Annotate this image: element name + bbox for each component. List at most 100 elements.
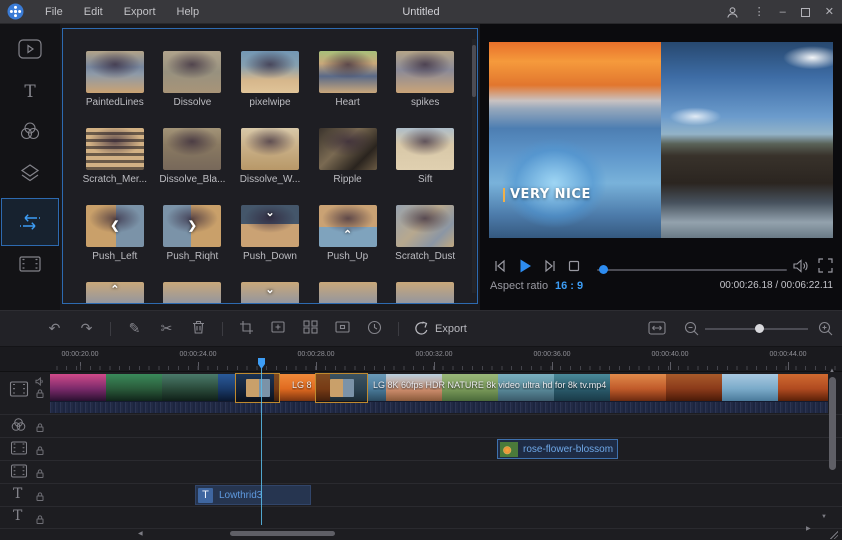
- transition-thumbnail-partial[interactable]: ⌄: [241, 282, 299, 304]
- freeze-frame-icon[interactable]: [334, 320, 351, 337]
- stop-button[interactable]: [568, 260, 580, 272]
- track-lock-icon[interactable]: [36, 446, 44, 455]
- transition-thumbnail[interactable]: [241, 51, 299, 93]
- scroll-up-icon[interactable]: ▲: [829, 368, 835, 374]
- menu-file[interactable]: File: [45, 6, 63, 18]
- transition-thumbnail[interactable]: [396, 51, 454, 93]
- transition-item[interactable]: Scratch_Mer...: [76, 128, 154, 185]
- transition-thumbnail[interactable]: ⌃: [319, 205, 377, 247]
- track-lock-icon[interactable]: [36, 469, 44, 478]
- panel-scrollbar-thumb[interactable]: [472, 45, 476, 97]
- minimize-button[interactable]: –: [780, 7, 786, 18]
- transition-thumbnail[interactable]: [319, 51, 377, 93]
- timeline-transition-marker[interactable]: [235, 373, 280, 403]
- play-button[interactable]: [517, 258, 533, 274]
- horizontal-scrollbar-thumb[interactable]: [230, 531, 335, 536]
- transition-thumbnail[interactable]: [163, 51, 221, 93]
- timeline-ruler[interactable]: 00:00:20.00 00:00:24.00 00:00:28.00 00:0…: [0, 347, 842, 372]
- delete-trash-icon[interactable]: [190, 320, 207, 337]
- transition-item[interactable]: Dissolve: [154, 51, 232, 108]
- fit-timeline-icon[interactable]: [648, 321, 666, 335]
- transition-thumbnail-partial[interactable]: [319, 282, 377, 304]
- transition-thumbnail-partial[interactable]: [163, 282, 221, 304]
- menu-help[interactable]: Help: [177, 6, 200, 18]
- preview-info-row: Aspect ratio 16 : 9 00:00:26.18 / 00:06:…: [480, 280, 842, 298]
- transition-thumbnail[interactable]: ❮: [86, 205, 144, 247]
- zoom-out-icon[interactable]: [684, 321, 699, 336]
- redo-icon[interactable]: ↷: [78, 320, 95, 337]
- sidebar-item-transitions[interactable]: [1, 198, 59, 246]
- track-lock-icon[interactable]: [36, 423, 44, 432]
- text-clip-lowthrid[interactable]: T Lowthrid3: [195, 485, 311, 505]
- transition-thumbnail[interactable]: ❯: [163, 205, 221, 247]
- transition-item[interactable]: ⌄ Push_Down: [231, 205, 309, 262]
- transition-item[interactable]: Dissolve_Bla...: [154, 128, 232, 185]
- zoom-region-icon[interactable]: [270, 320, 287, 337]
- aspect-ratio-value[interactable]: 16 : 9: [555, 280, 583, 292]
- transition-item[interactable]: ❮ Push_Left: [76, 205, 154, 262]
- transition-thumbnail[interactable]: [396, 205, 454, 247]
- mosaic-icon[interactable]: [302, 320, 319, 337]
- sidebar-item-overlays[interactable]: [0, 153, 60, 195]
- transition-item[interactable]: pixelwipe: [231, 51, 309, 108]
- transition-item[interactable]: ⌃ Push_Up: [309, 205, 387, 262]
- track-lock-icon[interactable]: [36, 389, 44, 398]
- transition-item[interactable]: Ripple: [309, 128, 387, 185]
- edit-pencil-icon[interactable]: ✎: [126, 320, 143, 337]
- track-lock-icon[interactable]: [36, 492, 44, 501]
- transition-item[interactable]: Sift: [386, 128, 464, 185]
- fullscreen-icon[interactable]: [818, 258, 833, 273]
- scroll-right-icon[interactable]: ▶: [806, 526, 811, 532]
- transition-item[interactable]: spikes: [386, 51, 464, 108]
- close-button[interactable]: ✕: [825, 7, 834, 18]
- transition-item[interactable]: Scratch_Dust: [386, 205, 464, 262]
- duration-clock-icon[interactable]: [366, 320, 383, 337]
- volume-icon[interactable]: [792, 258, 809, 274]
- text-clip-label: Lowthrid3: [219, 490, 262, 501]
- seek-handle[interactable]: [599, 265, 608, 274]
- split-scissors-icon[interactable]: ✂: [158, 320, 175, 337]
- transition-thumbnail[interactable]: ⌄: [241, 205, 299, 247]
- transition-thumbnail-partial[interactable]: [396, 282, 454, 304]
- seek-bar[interactable]: [597, 269, 787, 271]
- transition-item[interactable]: ❯ Push_Riqht: [154, 205, 232, 262]
- resize-grip[interactable]: [830, 531, 838, 539]
- track-lock-icon[interactable]: [36, 515, 44, 524]
- sidebar-item-media[interactable]: [0, 28, 60, 70]
- track-mute-icon[interactable]: [35, 377, 44, 386]
- next-frame-button[interactable]: [542, 258, 558, 274]
- sidebar-item-text[interactable]: T: [0, 71, 60, 113]
- transition-thumbnail[interactable]: [86, 51, 144, 93]
- transition-thumbnail[interactable]: [241, 128, 299, 170]
- transition-thumbnail[interactable]: [319, 128, 377, 170]
- ruler-label: 00:00:40.00: [630, 351, 710, 358]
- more-menu-icon[interactable]: ⋮: [754, 7, 765, 18]
- transition-thumbnail[interactable]: [163, 128, 221, 170]
- transition-item[interactable]: Dissolve_W...: [231, 128, 309, 185]
- export-button[interactable]: Export: [414, 321, 467, 336]
- preview-panel: VERY NICE: [480, 24, 842, 310]
- transition-item[interactable]: PaintedLines: [76, 51, 154, 108]
- maximize-button[interactable]: [801, 8, 810, 17]
- sidebar-item-elements[interactable]: [0, 243, 60, 285]
- scroll-left-icon[interactable]: ◀: [138, 531, 143, 537]
- undo-icon[interactable]: ↶: [46, 320, 63, 337]
- zoom-in-icon[interactable]: [818, 321, 833, 336]
- menu-edit[interactable]: Edit: [84, 6, 103, 18]
- zoom-slider-handle[interactable]: [755, 324, 764, 333]
- audio-waveform[interactable]: [50, 401, 828, 413]
- previous-frame-button[interactable]: [492, 258, 508, 274]
- video-editor-window: File Edit Export Help Untitled ⋮ – ✕ T: [0, 0, 842, 540]
- vertical-scrollbar-thumb[interactable]: [829, 377, 836, 470]
- transition-thumbnail[interactable]: [396, 128, 454, 170]
- account-icon[interactable]: [726, 6, 739, 19]
- transition-item[interactable]: Heart: [309, 51, 387, 108]
- transition-thumbnail-partial[interactable]: ⌃: [86, 282, 144, 304]
- transition-thumbnail[interactable]: [86, 128, 144, 170]
- scroll-down-icon[interactable]: ▼: [821, 514, 827, 520]
- crop-icon[interactable]: [238, 320, 255, 337]
- menu-export[interactable]: Export: [124, 6, 156, 18]
- timeline-transition-marker[interactable]: [315, 373, 368, 403]
- sidebar-item-filters[interactable]: [0, 110, 60, 152]
- overlay-clip-rose[interactable]: rose-flower-blossom: [497, 439, 618, 459]
